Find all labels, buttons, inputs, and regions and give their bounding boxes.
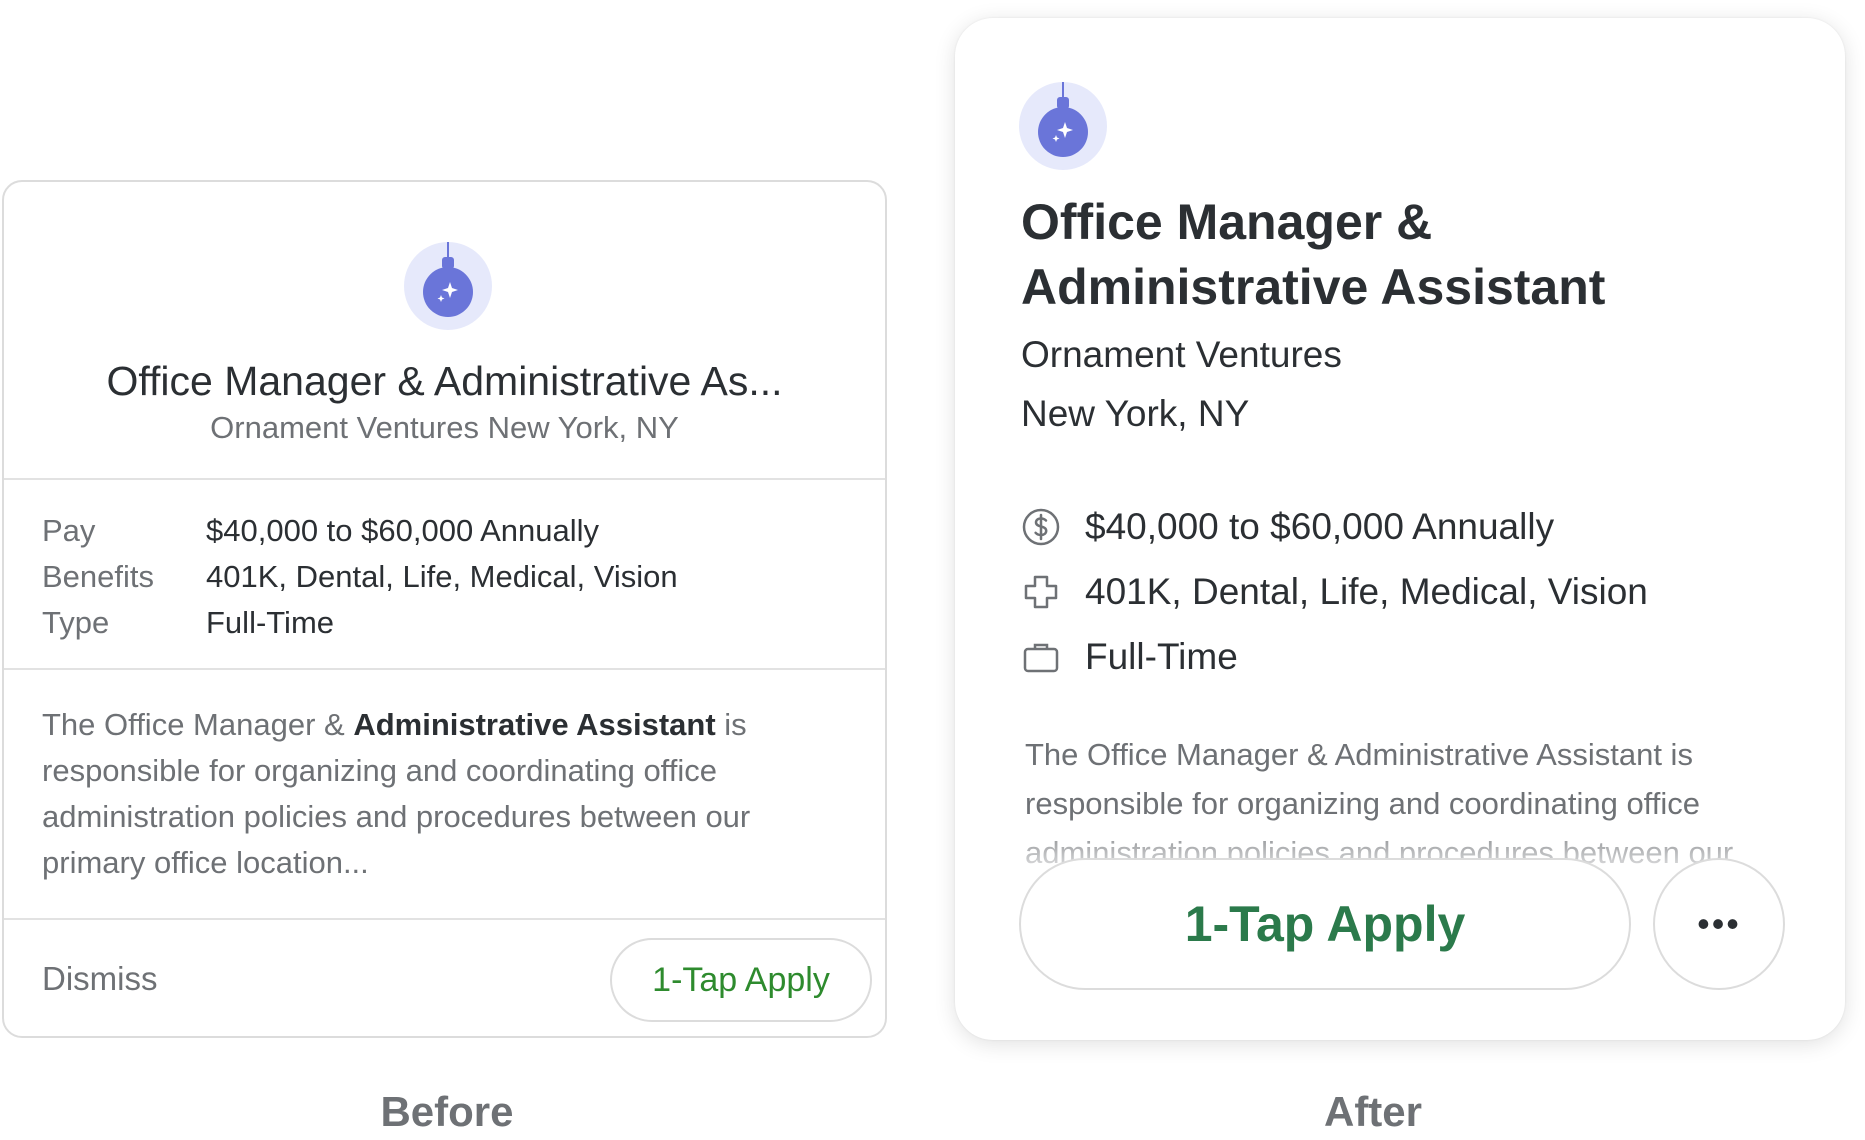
briefcase-icon xyxy=(1021,637,1061,677)
more-dots-icon[interactable]: ••• xyxy=(1653,858,1785,990)
dismiss-button[interactable]: Dismiss xyxy=(42,960,157,998)
one-tap-apply-button[interactable]: 1-Tap Apply xyxy=(610,938,872,1022)
dollar-circle-icon xyxy=(1021,507,1061,547)
detail-value: Full-Time xyxy=(206,605,335,640)
detail-label: Benefits xyxy=(42,559,155,594)
job-title: Office Manager & Administrative Assistan… xyxy=(1021,190,1605,320)
type-text: Full-Time xyxy=(1085,636,1238,677)
detail-row-benefits: Benefits 401K, Dental, Life, Medical, Vi… xyxy=(4,554,885,600)
company-name: Ornament Ventures xyxy=(1021,334,1342,375)
before-job-card: Office Manager & Administrative As... Or… xyxy=(2,180,887,1038)
pay-text: $40,000 to $60,000 Annually xyxy=(1085,506,1555,547)
medical-cross-icon xyxy=(1021,572,1061,612)
type-row: Full-Time xyxy=(1021,636,1238,678)
job-title-line: Office Manager & xyxy=(1021,194,1433,250)
sparkle-icon xyxy=(437,282,458,302)
job-description: The Office Manager & Administrative Assi… xyxy=(4,670,885,920)
detail-row-pay: Pay $40,000 to $60,000 Annually xyxy=(4,508,885,554)
detail-value: 401K, Dental, Life, Medical, Vision xyxy=(206,559,678,594)
detail-label: Pay xyxy=(42,513,96,548)
detail-row-type: Type Full-Time xyxy=(4,600,885,646)
detail-label: Type xyxy=(42,605,110,640)
pay-row: $40,000 to $60,000 Annually xyxy=(1021,506,1554,548)
company-logo xyxy=(404,242,492,330)
detail-value: $40,000 to $60,000 Annually xyxy=(206,513,600,548)
after-caption: After xyxy=(1323,1088,1422,1135)
before-caption: Before xyxy=(380,1088,514,1135)
company-location: Ornament Ventures New York, NY xyxy=(210,410,679,445)
benefits-row: 401K, Dental, Life, Medical, Vision xyxy=(1021,571,1648,613)
job-details: Pay $40,000 to $60,000 Annually Benefits… xyxy=(4,480,885,670)
before-card-header: Office Manager & Administrative As... Or… xyxy=(4,182,885,480)
after-job-card: Office Manager & Administrative Assistan… xyxy=(955,18,1845,1040)
benefits-text: 401K, Dental, Life, Medical, Vision xyxy=(1085,571,1648,612)
job-title: Office Manager & Administrative As... xyxy=(106,358,783,404)
before-card-footer: Dismiss 1-Tap Apply xyxy=(4,920,885,1036)
job-location: New York, NY xyxy=(1021,393,1250,434)
one-tap-apply-button[interactable]: 1-Tap Apply xyxy=(1019,858,1631,990)
description-text: The Office Manager & xyxy=(42,707,354,742)
description-bold: Administrative Assistant xyxy=(353,707,716,742)
job-title-line: Administrative Assistant xyxy=(1021,259,1606,315)
company-logo xyxy=(1019,82,1107,170)
sparkle-icon xyxy=(1052,122,1073,142)
